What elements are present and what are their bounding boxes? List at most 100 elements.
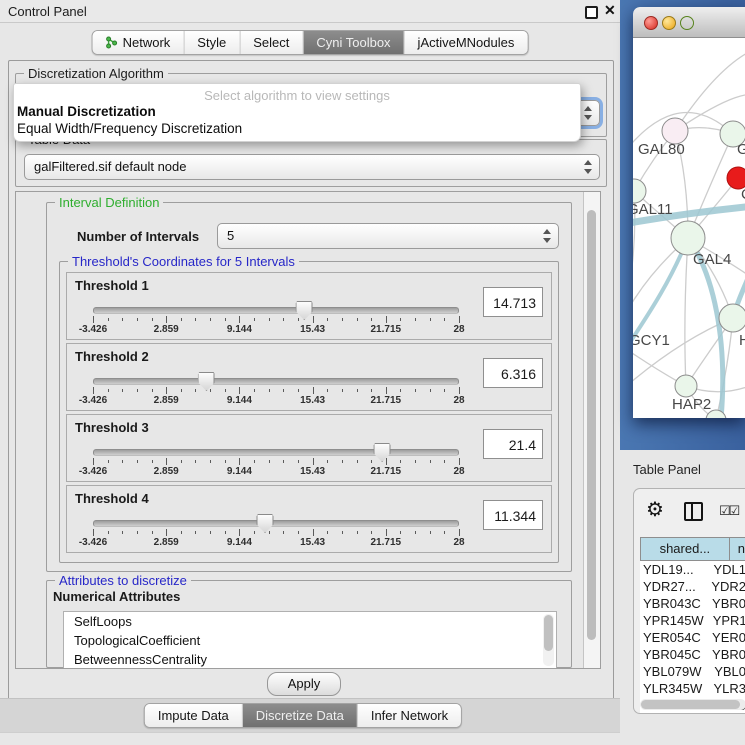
tick-mark: [357, 460, 358, 463]
tick-mark: [195, 460, 196, 463]
attribute-list-item[interactable]: SelfLoops: [64, 612, 556, 631]
threshold-slider[interactable]: -3.4262.8599.14415.4321.71528: [93, 443, 459, 477]
tick-mark: [269, 318, 270, 321]
tab-style[interactable]: Style: [183, 31, 239, 54]
tick-mark: [444, 460, 445, 463]
settings-scrollpane: Interval Definition Number of Intervals …: [15, 191, 601, 669]
tick-label: 9.144: [227, 537, 252, 548]
tick-label: 21.715: [371, 324, 402, 335]
tick-mark: [371, 460, 372, 463]
threshold-value-field[interactable]: 6.316: [483, 358, 543, 388]
tick-label: 28: [453, 395, 464, 406]
list-scrollbar[interactable]: [543, 614, 554, 666]
network-edge-thick[interactable]: [633, 238, 688, 370]
tick-mark: [342, 389, 343, 392]
table-data-combo[interactable]: galFiltered.sif default node: [24, 154, 600, 180]
tick-mark: [152, 531, 153, 534]
tick-label: 15.43: [300, 537, 325, 548]
threshold-slider[interactable]: -3.4262.8599.14415.4321.71528: [93, 514, 459, 548]
vertical-scrollbar-thumb[interactable]: [587, 210, 596, 640]
cell-name: YBR0: [703, 646, 745, 663]
vertical-scrollbar[interactable]: [583, 192, 600, 668]
float-window-icon[interactable]: [585, 6, 598, 19]
tick-mark: [225, 460, 226, 463]
threshold-value-field[interactable]: 11.344: [483, 500, 543, 530]
network-edge[interactable]: [633, 98, 634, 191]
network-node[interactable]: [719, 304, 745, 332]
tab-cyni-toolbox[interactable]: Cyni Toolbox: [302, 31, 403, 54]
horizontal-scrollbar-thumb[interactable]: [641, 700, 740, 709]
numerical-attributes-list: SelfLoopsTopologicalCoefficientBetweenne…: [63, 611, 557, 669]
table-data-group: Table Data galFiltered.sif default node: [15, 139, 607, 187]
tick-mark: [108, 531, 109, 534]
checkbox-columns-icon[interactable]: ☑☑: [719, 503, 738, 519]
zoom-traffic-light-icon[interactable]: [680, 16, 694, 30]
minimize-traffic-light-icon[interactable]: [662, 16, 676, 30]
control-panel-titlebar: Control Panel ✕: [0, 0, 620, 23]
tab-network[interactable]: Network: [93, 31, 184, 54]
network-edge[interactable]: [685, 238, 688, 386]
cell-name: YER0: [703, 629, 745, 646]
dropdown-option-equal-width[interactable]: Equal Width/Frequency Discretization: [14, 120, 580, 137]
tick-mark: [415, 318, 416, 321]
number-of-intervals-combo[interactable]: 5: [217, 223, 559, 249]
table-row[interactable]: YBR045CYBR0: [640, 646, 745, 663]
tick-mark: [210, 318, 211, 321]
attribute-list-item[interactable]: BetweennessCentrality: [64, 650, 556, 669]
attribute-list-item[interactable]: TopologicalCoefficient: [64, 631, 556, 650]
tab-label: Style: [197, 35, 226, 50]
tick-mark: [254, 531, 255, 534]
tick-mark: [313, 458, 314, 465]
threshold-label: Threshold 3: [75, 420, 149, 435]
network-node[interactable]: [675, 375, 697, 397]
gear-icon[interactable]: ⚙: [646, 497, 664, 522]
dropdown-option-manual[interactable]: Manual Discretization: [14, 103, 580, 120]
tab-label: Cyni Toolbox: [316, 35, 390, 50]
tab-discretize-data[interactable]: Discretize Data: [242, 704, 357, 727]
tick-mark: [269, 389, 270, 392]
tick-mark: [225, 531, 226, 534]
table-row[interactable]: YBR043CYBR0: [640, 595, 745, 612]
cyni-toolbox-panel: Discretization Algorithm Select algorith…: [8, 60, 614, 700]
tab-infer-network[interactable]: Infer Network: [357, 704, 461, 727]
threshold-slider[interactable]: -3.4262.8599.14415.4321.71528: [93, 372, 459, 406]
tick-mark: [166, 529, 167, 536]
tick-mark: [430, 318, 431, 321]
tick-mark: [254, 460, 255, 463]
table-row[interactable]: YBL079WYBL0: [640, 663, 745, 680]
column-header-shared-name[interactable]: shared...: [640, 537, 730, 561]
network-node[interactable]: [671, 221, 705, 255]
tick-mark: [298, 389, 299, 392]
tab-impute-data[interactable]: Impute Data: [145, 704, 242, 727]
network-graph: GAL80GACGAL11GAL4GCY1HHAP2: [633, 38, 745, 418]
slider-track[interactable]: [93, 520, 459, 527]
table-row[interactable]: YDL19...YDL1: [640, 561, 745, 578]
horizontal-scrollbar[interactable]: [640, 699, 745, 710]
table-row[interactable]: YDR27...YDR2: [640, 578, 745, 595]
table-row[interactable]: YPR145WYPR1: [640, 612, 745, 629]
tab-select[interactable]: Select: [239, 31, 302, 54]
slider-track[interactable]: [93, 449, 459, 456]
slider-tick-labels: -3.4262.8599.14415.4321.71528: [93, 395, 459, 406]
tick-mark: [371, 318, 372, 321]
tick-mark: [313, 529, 314, 536]
apply-button[interactable]: Apply: [267, 672, 341, 696]
slider-track[interactable]: [93, 307, 459, 314]
list-scrollbar-thumb[interactable]: [544, 615, 553, 651]
tick-mark: [400, 531, 401, 534]
network-canvas[interactable]: GAL80GACGAL11GAL4GCY1HHAP2: [633, 38, 745, 418]
tick-mark: [386, 458, 387, 465]
interval-definition-group: Interval Definition Number of Intervals …: [46, 202, 572, 572]
slider-track[interactable]: [93, 378, 459, 385]
table-row[interactable]: YER054CYER0: [640, 629, 745, 646]
threshold-value-field[interactable]: 21.4: [483, 429, 543, 459]
threshold-slider[interactable]: -3.4262.8599.14415.4321.71528: [93, 301, 459, 335]
close-traffic-light-icon[interactable]: [644, 16, 658, 30]
table-row[interactable]: YLR345WYLR3: [640, 680, 745, 697]
column-layout-icon[interactable]: [684, 502, 703, 521]
tab-jactivemnodules[interactable]: jActiveMNodules: [404, 31, 528, 54]
column-header-name[interactable]: n: [730, 537, 745, 561]
tick-mark: [254, 318, 255, 321]
threshold-value-field[interactable]: 14.713: [483, 287, 543, 317]
close-icon[interactable]: ✕: [604, 2, 616, 19]
